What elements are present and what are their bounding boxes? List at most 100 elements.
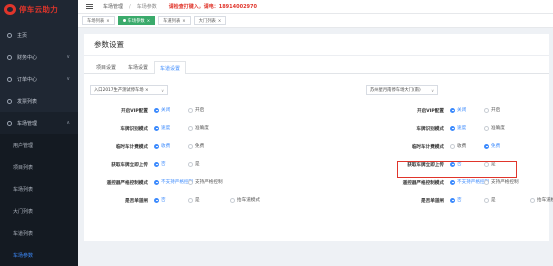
- tag-gates[interactable]: 大门列表 ×: [193, 16, 227, 25]
- sidebar-item-parking[interactable]: 车场管理 ∧: [0, 112, 78, 134]
- sidebar-subitem-label: 项目列表: [13, 164, 34, 171]
- radio-icon[interactable]: [450, 107, 455, 113]
- radio-option-right[interactable]: 速度: [450, 125, 466, 131]
- radio-icon[interactable]: [450, 143, 455, 149]
- radio-icon[interactable]: [188, 161, 193, 167]
- radio-icon[interactable]: [484, 107, 489, 113]
- radio-icon[interactable]: [484, 197, 489, 203]
- sidebar-subitem-label: 车道列表: [13, 230, 34, 237]
- chevron-down-icon: ∨: [431, 87, 434, 93]
- radio-icon[interactable]: [154, 197, 159, 203]
- sidebar-subitem-users[interactable]: 用户管理: [0, 134, 78, 156]
- sidebar-subitem-projects[interactable]: 项目列表: [0, 156, 78, 178]
- menu-toggle-icon[interactable]: [86, 3, 93, 10]
- tab-project-settings[interactable]: 项目设置: [90, 61, 122, 73]
- settings-row: 临时车计费模式 收费 免费 临时车计费模式 收费 免费: [84, 138, 549, 156]
- tab-lot-settings[interactable]: 车场设置: [122, 61, 154, 73]
- radio-option-right[interactable]: 准确度: [484, 125, 505, 131]
- sidebar-item-orders[interactable]: 订单中心 ∨: [0, 68, 78, 90]
- radio-option-right[interactable]: 开启: [484, 107, 500, 113]
- close-icon[interactable]: ×: [218, 18, 221, 23]
- select-value: 苏州星月南停车场大门(南): [370, 88, 421, 93]
- radio-option-left[interactable]: 速度: [154, 125, 170, 131]
- sidebar-item-home[interactable]: 主页: [0, 24, 78, 46]
- radio-option-right[interactable]: 免费: [484, 143, 500, 149]
- setting-label-right: 遥控器严格控制模式: [402, 181, 444, 186]
- radio-option-right[interactable]: 支持严格控制: [484, 179, 519, 185]
- wallet-icon: [7, 54, 12, 60]
- sidebar-subitem-label: 车场列表: [13, 186, 34, 193]
- close-icon[interactable]: ×: [106, 18, 109, 23]
- radio-icon[interactable]: [450, 179, 455, 185]
- sidebar-item-label: 车场管理: [17, 120, 38, 127]
- lane-select-left[interactable]: 入口2017生产测试停车场 × ∨: [90, 85, 168, 95]
- radio-icon[interactable]: [188, 197, 193, 203]
- tab-lane-settings[interactable]: 车道设置: [154, 61, 187, 74]
- lane-selectors: 入口2017生产测试停车场 × ∨ 苏州星月南停车场大门(南) ∨: [84, 82, 549, 102]
- radio-icon[interactable]: [530, 197, 535, 203]
- radio-option-left[interactable]: 是: [188, 161, 200, 167]
- radio-icon[interactable]: [154, 107, 159, 113]
- lane-select-right[interactable]: 苏州星月南停车场大门(南) ∨: [366, 85, 438, 95]
- radio-icon[interactable]: [450, 197, 455, 203]
- radio-icon[interactable]: [154, 143, 159, 149]
- radio-icon[interactable]: [154, 161, 159, 167]
- sidebar-subitem-label: 车场参数: [13, 252, 34, 259]
- close-icon[interactable]: ×: [182, 18, 185, 23]
- radio-option-left[interactable]: 收费: [154, 143, 170, 149]
- radio-icon[interactable]: [188, 125, 193, 131]
- radio-option-left[interactable]: 是: [188, 197, 200, 203]
- sidebar: 停车云助力 主页 财务中心 ∨ 订单中心 ∨ 发票列表 车场管理 ∧ 用户管理 …: [0, 0, 78, 266]
- radio-option-left[interactable]: 关闭: [154, 107, 170, 113]
- order-icon: [7, 76, 12, 82]
- radio-icon[interactable]: [450, 125, 455, 131]
- radio-icon[interactable]: [188, 179, 193, 185]
- tag-label: 车场列表: [87, 18, 105, 24]
- setting-label-left: 遥控器严格控制模式: [106, 181, 148, 186]
- radio-option-left[interactable]: 开启: [188, 107, 204, 113]
- radio-option-left[interactable]: 免费: [188, 143, 204, 149]
- radio-label: 否: [161, 162, 166, 167]
- sidebar-item-invoices[interactable]: 发票列表: [0, 90, 78, 112]
- radio-label: 关闭: [457, 108, 467, 113]
- radio-icon[interactable]: [154, 125, 159, 131]
- settings-form: 开启VIP配置 关闭 开启 开启VIP配置 关闭 开启 车牌识别模式 速度 准确度 车牌识别模式 速…: [84, 102, 553, 210]
- sidebar-item-finance[interactable]: 财务中心 ∨: [0, 46, 78, 68]
- chevron-up-icon: ∧: [66, 120, 70, 126]
- radio-label: 支持严格控制: [491, 180, 519, 185]
- radio-option-left[interactable]: 否: [154, 161, 166, 167]
- radio-icon[interactable]: [484, 143, 489, 149]
- radio-option-right[interactable]: 抬车道模式: [530, 197, 553, 203]
- radio-icon[interactable]: [484, 179, 489, 185]
- radio-option-right[interactable]: 收费: [450, 143, 466, 149]
- sidebar-subitem-lots[interactable]: 车场列表: [0, 178, 78, 200]
- radio-icon[interactable]: [188, 107, 193, 113]
- radio-option-right[interactable]: 关闭: [450, 107, 466, 113]
- setting-label-right: 车牌识别模式: [416, 127, 444, 132]
- setting-label-left: 临时车计费模式: [115, 145, 148, 150]
- select-value: 入口2017生产测试停车场 ×: [94, 88, 149, 93]
- sidebar-item-label: 发票列表: [17, 98, 38, 105]
- radio-option-right[interactable]: 否: [450, 197, 462, 203]
- radio-option-right[interactable]: 是: [484, 197, 496, 203]
- radio-option-left[interactable]: 准确度: [188, 125, 209, 131]
- setting-label-left: 开启VIP配置: [120, 109, 148, 114]
- radio-option-left[interactable]: 抬车道模式: [230, 197, 260, 203]
- sidebar-subitem-label: 用户管理: [13, 142, 34, 149]
- sidebar-subitem-params[interactable]: 车场参数: [0, 244, 78, 266]
- radio-icon[interactable]: [188, 143, 193, 149]
- breadcrumb-item[interactable]: 车场管理: [103, 3, 123, 10]
- radio-option-left[interactable]: 否: [154, 197, 166, 203]
- radio-icon[interactable]: [154, 179, 159, 185]
- close-icon[interactable]: ×: [147, 18, 150, 23]
- radio-icon[interactable]: [484, 125, 489, 131]
- radio-icon[interactable]: [230, 197, 235, 203]
- chevron-down-icon: ∨: [66, 76, 70, 82]
- radio-label: 收费: [457, 144, 467, 149]
- sidebar-subitem-gates[interactable]: 大门列表: [0, 200, 78, 222]
- radio-option-left[interactable]: 支持严格控制: [188, 179, 223, 185]
- tag-lanes[interactable]: 车道列表 ×: [158, 16, 191, 25]
- tag-lots[interactable]: 车场列表 ×: [82, 16, 115, 25]
- tags-bar: 车场列表 × 车场参数 × 车道列表 × 大门列表 ×: [78, 14, 553, 28]
- tag-params[interactable]: 车场参数 ×: [117, 16, 156, 25]
